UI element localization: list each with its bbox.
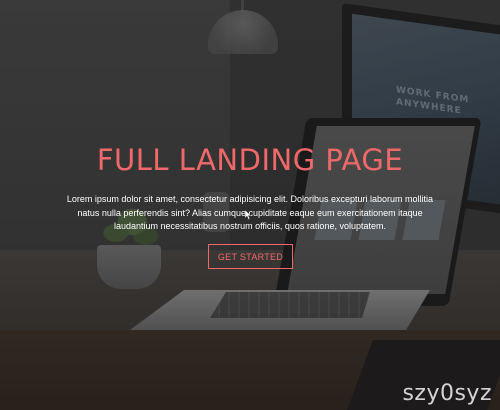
landing-page: WORK FROM ANYWHERE FULL LANDING PAGE Lor… — [0, 0, 500, 410]
watermark: szy0syz — [402, 381, 492, 406]
hero-title: FULL LANDING PAGE — [96, 143, 404, 177]
arrow-cursor-icon — [245, 210, 252, 220]
get-started-button[interactable]: GET STARTED — [208, 244, 293, 269]
